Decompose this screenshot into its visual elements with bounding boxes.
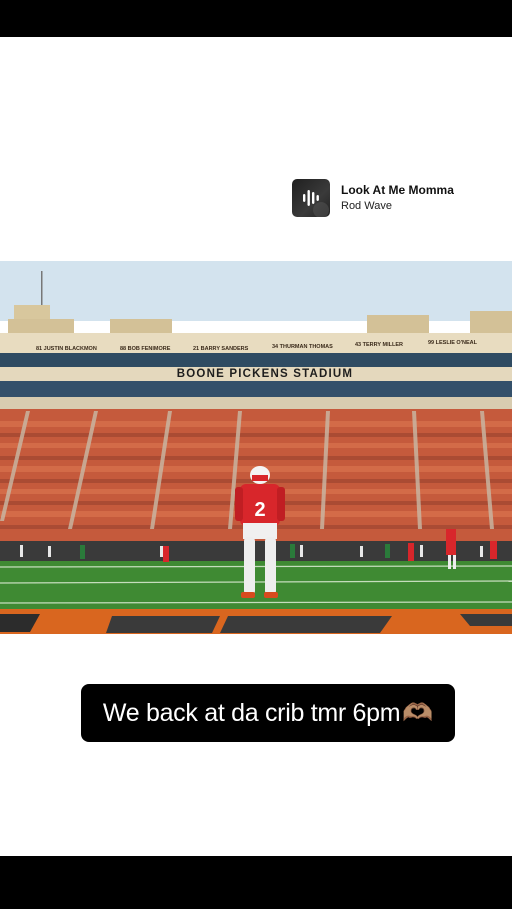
stadium-name: BOONE PICKENS STADIUM (177, 368, 353, 380)
caption-text: We back at da crib tmr 6pm (102, 698, 401, 727)
ring-name-5: 43 TERRY MILLER (355, 342, 403, 348)
ring-name-2: 88 BOB FENIMORE (120, 346, 171, 352)
stadium-photo: 81 JUSTIN BLACKMON 88 BOB FENIMORE 21 BA… (0, 261, 512, 634)
waveform-icon (303, 190, 329, 217)
song-title: Look At Me Momma (341, 183, 454, 197)
ring-name-4: 34 THURMAN THOMAS (272, 344, 333, 350)
top-black-bar (0, 0, 512, 37)
music-sticker[interactable]: Look At Me Momma Rod Wave (292, 178, 454, 218)
heart-hands-icon: 🫶🏽 (402, 698, 434, 727)
sky (0, 261, 512, 321)
ring-name-1: 81 JUSTIN BLACKMON (36, 346, 97, 352)
artist-name: Rod Wave (341, 200, 392, 212)
ring-name-6: 99 LESLIE O'NEAL (428, 340, 478, 346)
caption-sticker[interactable]: We back at da crib tmr 6pm 🫶🏽 (81, 684, 455, 742)
album-cover (292, 179, 330, 217)
jersey-number: 2 (254, 499, 265, 521)
bottom-black-bar (0, 856, 512, 909)
ring-name-3: 21 BARRY SANDERS (193, 346, 249, 352)
